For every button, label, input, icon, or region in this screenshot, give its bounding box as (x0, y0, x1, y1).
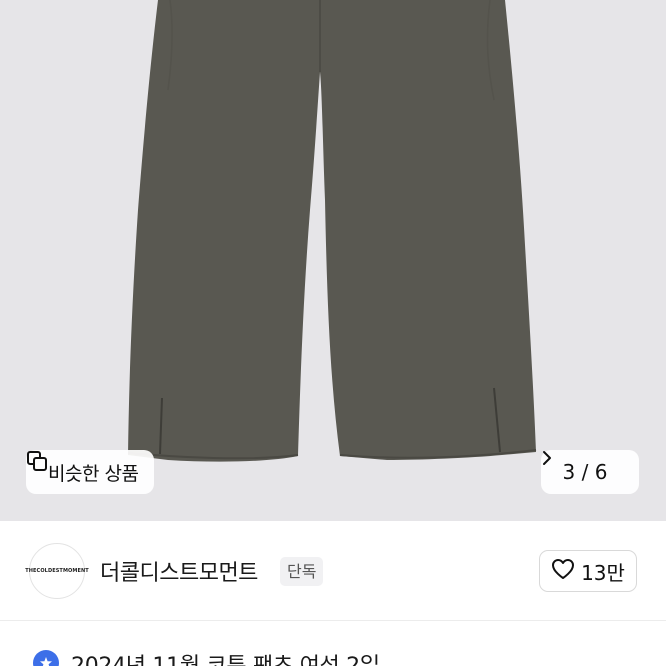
product-title-row: 2024년 11월 코튼 팬츠 여성 2일 (0, 622, 666, 666)
product-title: 2024년 11월 코튼 팬츠 여성 2일 (71, 648, 380, 666)
product-photo[interactable]: 비슷한 상품 3 / 6 (0, 0, 666, 521)
like-count: 13만 (581, 560, 625, 585)
like-button[interactable]: 13만 (539, 550, 637, 592)
verified-badge-icon (33, 650, 59, 666)
image-counter-text: 3 / 6 (562, 460, 608, 484)
heart-icon (551, 558, 575, 584)
seller-name[interactable]: 더콜디스트모먼트 (100, 555, 258, 587)
seller-avatar[interactable]: THECOLDESTMOMENT (25, 543, 89, 599)
similar-items-button[interactable]: 비슷한 상품 (26, 450, 155, 494)
pants-image (127, 0, 537, 462)
section-divider (0, 620, 666, 621)
exclusive-badge: 단독 (280, 557, 324, 586)
similar-items-label: 비슷한 상품 (48, 462, 139, 485)
seller-logo: THECOLDESTMOMENT (25, 568, 89, 574)
image-counter[interactable]: 3 / 6 (541, 450, 639, 494)
